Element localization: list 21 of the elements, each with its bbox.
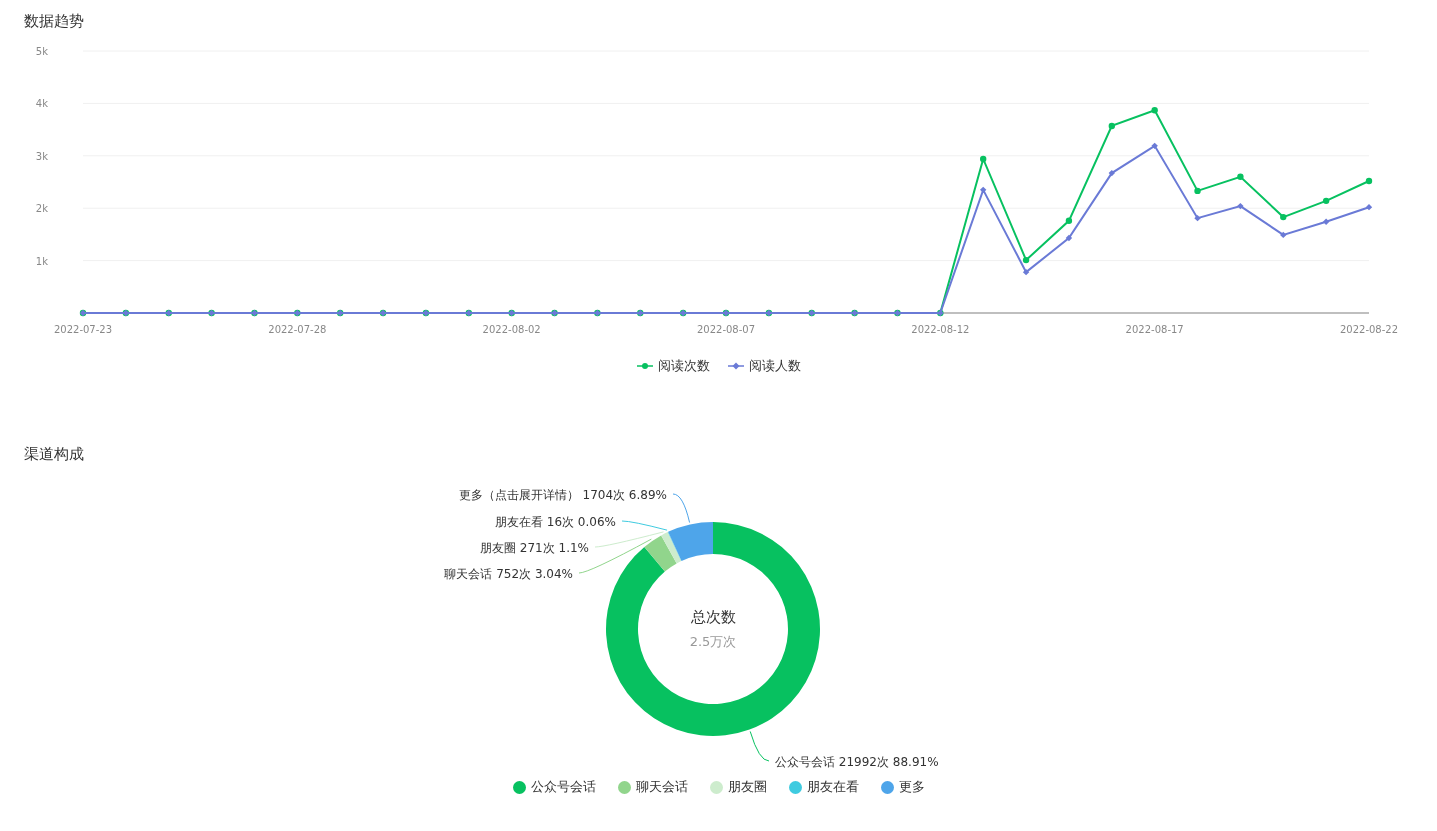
x-tick-label: 2022-07-23 [53,324,113,335]
y-tick-label: 3k [35,150,48,162]
slice-label: 公众号会话 21992次 88.91% [775,755,939,769]
x-tick-label: 2022-07-28 [268,324,327,335]
slice-label: 朋友在看 16次 0.06% [494,515,616,529]
center-value: 2.5万次 [689,634,737,649]
x-tick-label: 2022-08-22 [1339,324,1399,335]
x-tick-label: 2022-08-02 [482,324,541,335]
y-tick-label: 1k [35,255,48,267]
x-tick-label: 2022-08-17 [1125,324,1184,335]
y-tick-label: 5k [35,46,48,57]
x-tick-label: 2022-08-12 [911,324,970,335]
section-title: 渠道构成 [23,444,85,465]
slice-label: 朋友圈 271次 1.1% [479,541,589,555]
y-tick-label: 4k [35,98,48,110]
y-tick-label: 2k [35,203,48,215]
center-title: 总次数 [690,608,736,626]
slice-label: 更多（点击展开详情） 1704次 6.89% [458,488,667,502]
slice-label: 聊天会话 752次 3.04% [444,567,573,581]
section-title: 数据趋势 [23,11,85,32]
x-tick-label: 2022-08-07 [696,324,756,335]
